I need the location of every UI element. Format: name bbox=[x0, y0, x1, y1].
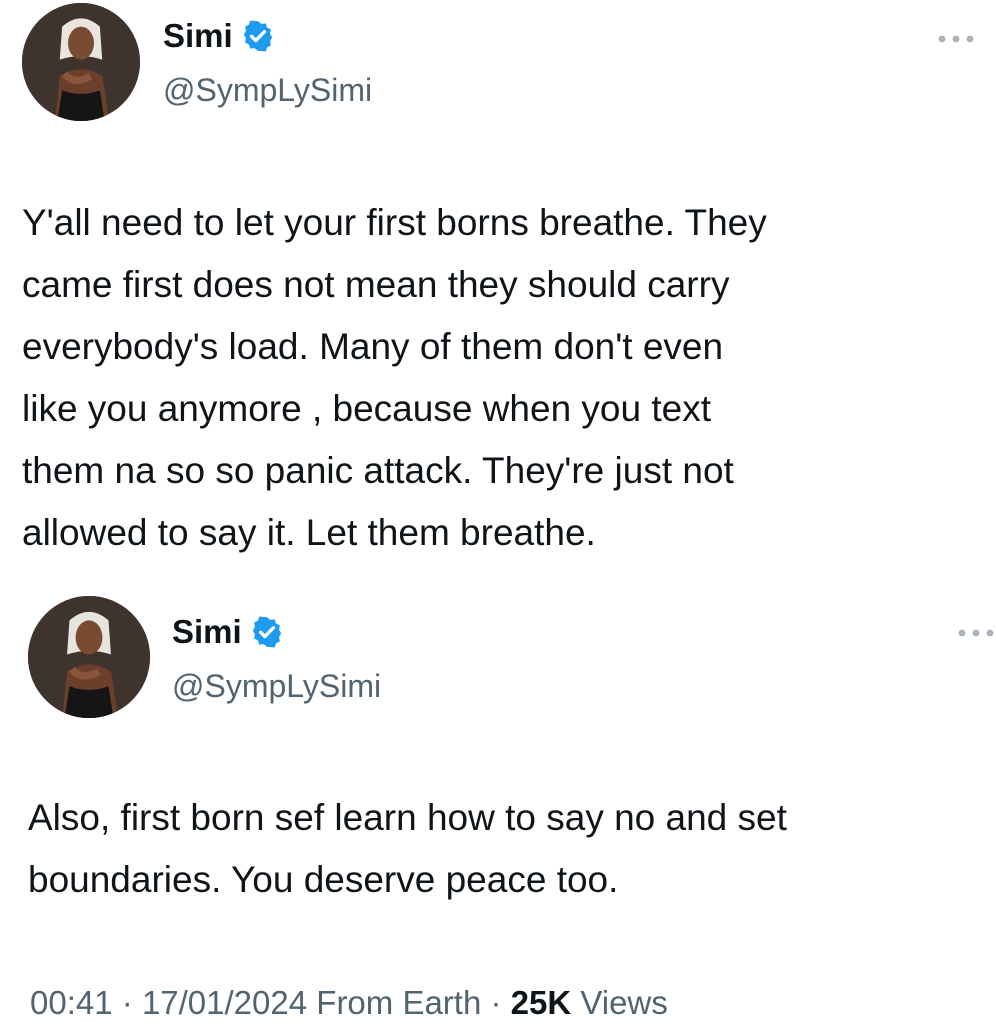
tweet-date[interactable]: 17/01/2024 bbox=[142, 984, 307, 1021]
more-options-icon[interactable] bbox=[956, 626, 996, 640]
views-label[interactable]: Views bbox=[580, 984, 667, 1021]
meta-separator: · bbox=[121, 984, 133, 1021]
tweet-time[interactable]: 00:41 bbox=[30, 984, 113, 1021]
author-name-row[interactable]: Simi bbox=[172, 612, 284, 652]
tweet: Simi @SympLySimi Also, first born sef le… bbox=[0, 590, 996, 930]
more-options-icon[interactable] bbox=[936, 32, 976, 46]
author-name-row[interactable]: Simi bbox=[163, 16, 275, 56]
profile-photo-icon bbox=[28, 596, 150, 718]
display-name[interactable]: Simi bbox=[163, 16, 233, 56]
avatar[interactable] bbox=[22, 3, 140, 121]
tweet-text: Y'all need to let your first borns breat… bbox=[22, 202, 767, 553]
display-name[interactable]: Simi bbox=[172, 612, 242, 652]
verified-badge-icon bbox=[252, 616, 281, 648]
profile-photo-icon bbox=[22, 3, 140, 121]
tweet-location: From Earth bbox=[316, 984, 482, 1021]
verified-badge-icon bbox=[243, 20, 272, 52]
views-count[interactable]: 25K bbox=[511, 984, 572, 1021]
author-handle[interactable]: @SympLySimi bbox=[172, 666, 381, 706]
tweet: Simi @SympLySimi Y'all need to let your … bbox=[0, 0, 996, 560]
tweet-text: Also, first born sef learn how to say no… bbox=[28, 797, 787, 900]
author-handle[interactable]: @SympLySimi bbox=[163, 70, 372, 110]
meta-separator: · bbox=[490, 984, 502, 1021]
avatar[interactable] bbox=[28, 596, 150, 718]
tweet-meta: 00:41 · 17/01/2024 From Earth · 25K View… bbox=[30, 978, 668, 1028]
